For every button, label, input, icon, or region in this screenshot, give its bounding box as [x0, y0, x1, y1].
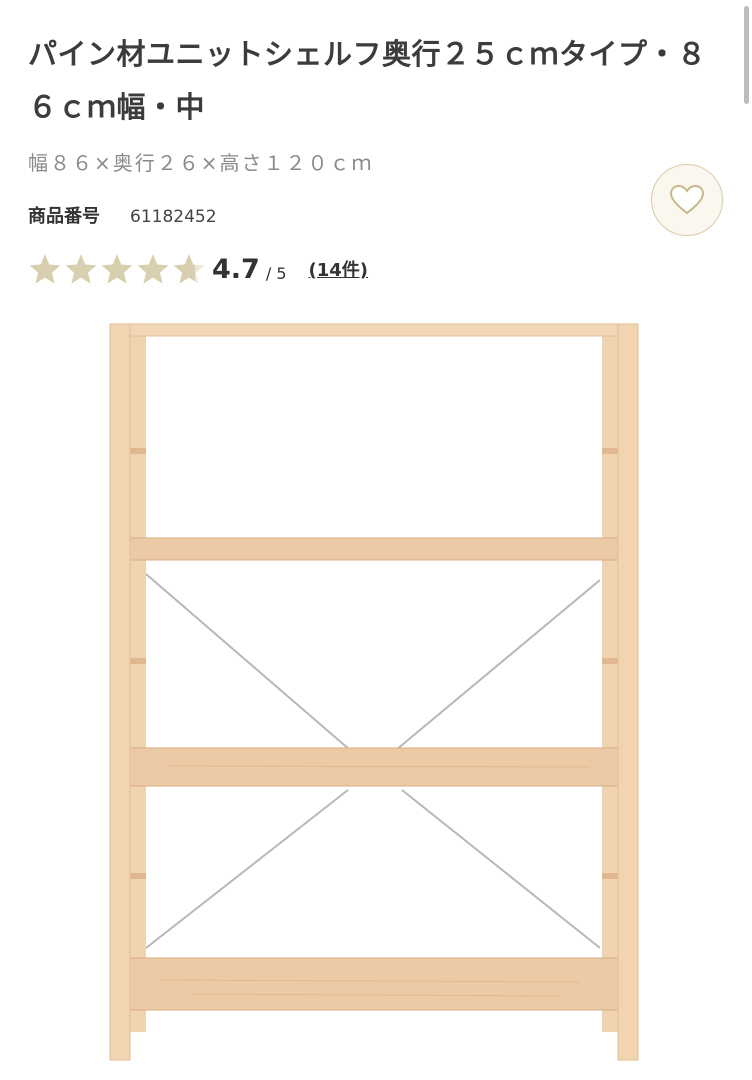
rating-max: / 5: [265, 263, 287, 283]
star-icon: [65, 254, 97, 284]
product-title: パイン材ユニットシェルフ奥行２５ｃｍタイプ・８６ｃｍ幅・中: [28, 37, 707, 124]
favorite-button[interactable]: [651, 164, 723, 236]
star-icon: [137, 254, 169, 284]
product-number: 商品番号 61182452: [28, 202, 217, 228]
product-number-label: 商品番号: [28, 206, 100, 227]
product-size: 幅８６×奥行２６×高さ１２０ｃｍ: [28, 151, 374, 175]
rating-row: 4.7 / 5 (14件): [28, 252, 368, 286]
review-count-link[interactable]: (14件): [309, 256, 369, 282]
star-icon: [173, 254, 205, 284]
star-icon: [101, 254, 133, 284]
product-image[interactable]: [100, 318, 650, 1066]
product-number-value: 61182452: [130, 207, 217, 227]
heart-icon: [670, 185, 704, 215]
rating-score: 4.7: [212, 253, 260, 285]
scrollbar-thumb[interactable]: [744, 6, 749, 104]
star-icon: [29, 254, 61, 284]
rating-stars: [28, 252, 206, 286]
product-page: パイン材ユニットシェルフ奥行２５ｃｍタイプ・８６ｃｍ幅・中 幅８６×奥行２６×高…: [0, 0, 752, 1080]
